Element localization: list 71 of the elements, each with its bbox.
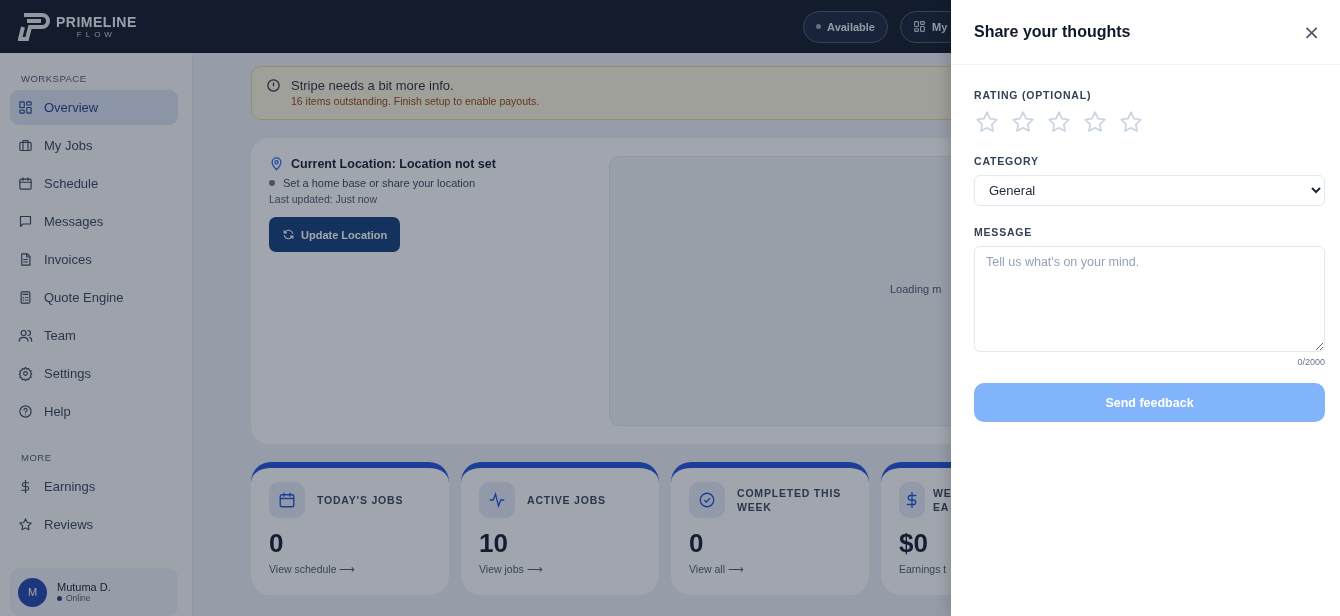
message-field[interactable]: Tell us what's on your mind. [974,246,1325,352]
nav-item[interactable]: Reviews [10,507,178,542]
availability-button[interactable]: Available [803,10,888,43]
star-icon[interactable] [1118,109,1144,135]
stat-link[interactable]: View schedule ⟶ [269,563,431,575]
category-select[interactable]: General [974,175,1325,206]
nav-item[interactable]: Quote Engine [10,280,178,315]
chat-icon [18,214,33,229]
location-hint: Set a home base or share your location [283,177,475,189]
nav-item[interactable]: Overview [10,90,178,125]
nav-item[interactable]: Team [10,318,178,353]
location-pin-icon [269,156,284,171]
pulse-icon [488,491,506,509]
stat-link[interactable]: View jobs ⟶ [479,563,641,575]
warning-icon [266,78,281,93]
logo-tagline: FLOW [76,30,116,39]
stat-label: ACTIVE JOBS [527,493,606,507]
people-icon [18,328,33,343]
stat-label: TODAY'S JOBS [317,493,404,507]
field-label: CATEGORY [974,155,1040,167]
section-heading: MORE [21,452,53,463]
briefcase-icon [18,138,33,153]
stat-link[interactable]: View all ⟶ [689,563,851,575]
logo-icon [18,12,50,41]
stat-value: 0 [269,528,285,559]
nav-item[interactable]: Help [10,394,178,429]
help-icon [18,404,33,419]
status-dot-icon [269,180,275,186]
star-icon[interactable] [1010,109,1036,135]
stat-label: COMPLETED THIS WEEK [737,486,841,514]
stat-label: WE EA [933,486,952,514]
nav-item[interactable]: My Jobs [10,128,178,163]
nav-item[interactable]: Schedule [10,166,178,201]
avatar: M [18,577,47,607]
logo-name: PRIMELINE [56,14,137,30]
field-label: RATING (OPTIONAL) [974,89,1093,101]
stat-value: 0 [689,528,705,559]
alert-text: 16 items outstanding. Finish setup to enable payouts. [291,95,540,107]
close-button[interactable]: × [1299,20,1324,44]
calculator-icon [18,290,33,305]
nav-item[interactable]: Earnings [10,469,178,504]
check-circle-icon [698,491,716,509]
field-label: MESSAGE [974,226,1034,238]
star-icon[interactable] [1082,109,1108,135]
star-icon[interactable] [974,109,1000,135]
stat-value: $0 [899,528,929,559]
grid-icon [913,20,926,33]
user-status: Online [66,593,91,603]
stat-value: 10 [479,528,509,559]
section-heading: WORKSPACE [21,73,88,84]
refresh-icon [282,228,295,241]
nav-item[interactable]: Messages [10,204,178,239]
nav-item[interactable]: Invoices [10,242,178,277]
star-icon [18,517,33,532]
star-icon[interactable] [1046,109,1072,135]
update-location-button[interactable]: Update Location [269,217,401,252]
settings-icon [18,366,33,381]
user-name: Mutuma D. [57,581,111,593]
alert-title: Stripe needs a bit more info. [291,78,455,93]
document-icon [18,252,33,267]
status-dot-icon [816,24,822,29]
calendar-icon [278,491,296,509]
nav-item[interactable]: Settings [10,356,178,391]
last-updated: Last updated: Just now [269,193,378,205]
calendar-icon [18,176,33,191]
user-card[interactable]: M Mutuma D. Online [10,568,178,616]
online-dot-icon [57,595,62,601]
location-title: Current Location: Location not set [291,156,496,171]
map-loading-text: Loading m [890,283,942,295]
character-counter: 0/2000 [1297,357,1325,367]
grid-icon [18,100,33,115]
